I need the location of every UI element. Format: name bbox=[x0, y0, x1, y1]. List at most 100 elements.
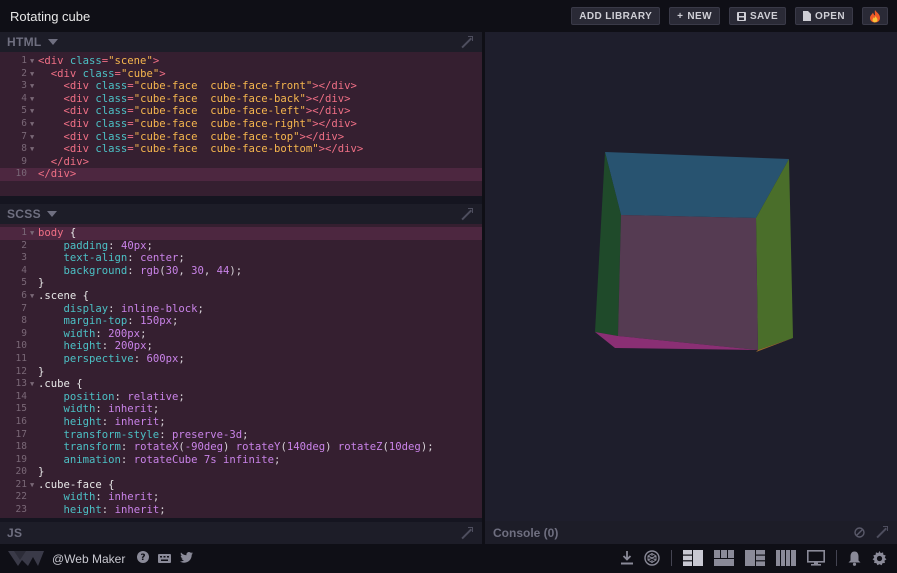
codepen-icon[interactable] bbox=[644, 550, 660, 566]
code-token: rgb bbox=[140, 264, 160, 277]
scss-code-line[interactable]: 2 padding: 40px; bbox=[0, 240, 482, 253]
new-button[interactable]: + NEW bbox=[669, 7, 720, 25]
bell-icon[interactable] bbox=[848, 551, 861, 566]
scss-code-line[interactable]: 1 ▼ body { bbox=[0, 227, 482, 240]
fold-toggle-icon[interactable]: ▼ bbox=[30, 131, 38, 144]
scss-code-line[interactable]: 15 width: inherit; bbox=[0, 403, 482, 416]
scss-code-line[interactable]: 21 ▼ .cube-face { bbox=[0, 479, 482, 492]
scss-code-line[interactable]: 10 height: 200px; bbox=[0, 340, 482, 353]
open-button[interactable]: OPEN bbox=[795, 7, 853, 25]
layout-4-icon[interactable] bbox=[776, 550, 796, 566]
web-maker-logo[interactable] bbox=[8, 551, 44, 566]
html-code-editor[interactable]: 1 ▼ <div class="scene"> 2 ▼ <div class="cube… bbox=[0, 52, 482, 196]
scss-code-line[interactable]: 3 text-align: center; bbox=[0, 252, 482, 265]
line-number: 13 bbox=[15, 378, 27, 390]
code-token: class bbox=[95, 92, 128, 105]
html-code-line[interactable]: 5 ▼ <div class="cube-face cube-face-left"… bbox=[0, 105, 482, 118]
help-icon[interactable]: ? bbox=[137, 551, 150, 566]
scss-code-editor[interactable]: 1 ▼ body {2 padding: 40px; 3 text-align: ce… bbox=[0, 224, 482, 518]
code-token: class bbox=[95, 130, 128, 143]
fold-toggle-icon[interactable]: ▼ bbox=[30, 118, 38, 131]
html-code-line[interactable]: 1 ▼ <div class="scene"> bbox=[0, 55, 482, 68]
html-code-line[interactable]: 6 ▼ <div class="cube-face cube-face-right… bbox=[0, 118, 482, 131]
scss-code-line[interactable]: 12} bbox=[0, 366, 482, 379]
line-number: 15 bbox=[15, 403, 27, 415]
scss-code-line[interactable]: 16 height: inherit; bbox=[0, 416, 482, 429]
project-title[interactable]: Rotating cube bbox=[10, 9, 571, 24]
scss-code-line[interactable]: 7 display: inline-block; bbox=[0, 303, 482, 316]
brand-link[interactable]: @Web Maker bbox=[52, 552, 125, 566]
html-code-line[interactable]: 3 ▼ <div class="cube-face cube-face-front… bbox=[0, 80, 482, 93]
fold-toggle-icon[interactable]: ▼ bbox=[30, 227, 38, 240]
layout-3-icon[interactable] bbox=[745, 550, 765, 566]
scss-code-line[interactable]: 4 background: rgb(30, 30, 44); bbox=[0, 265, 482, 278]
gear-icon[interactable] bbox=[872, 550, 887, 566]
html-code-line[interactable]: 7 ▼ <div class="cube-face cube-face-top">… bbox=[0, 131, 482, 144]
line-number: 6 bbox=[21, 289, 27, 301]
full-preview-icon[interactable] bbox=[807, 550, 825, 566]
layout-2-icon[interactable] bbox=[714, 550, 734, 566]
scss-code-line[interactable]: 8 margin-top: 150px; bbox=[0, 315, 482, 328]
scss-code-line[interactable]: 11 perspective: 600px; bbox=[0, 353, 482, 366]
fold-toggle-icon[interactable]: ▼ bbox=[30, 68, 38, 81]
code-token: : bbox=[108, 239, 121, 252]
keyboard-icon[interactable] bbox=[158, 552, 172, 566]
code-token: : bbox=[133, 352, 147, 365]
expand-icon[interactable] bbox=[461, 207, 473, 220]
scss-code-line[interactable]: 5} bbox=[0, 277, 482, 290]
fold-toggle-icon[interactable]: ▼ bbox=[30, 143, 38, 156]
download-icon[interactable] bbox=[621, 551, 633, 565]
scss-code-line[interactable]: 14 position: relative; bbox=[0, 391, 482, 404]
code-token: class bbox=[95, 105, 128, 118]
expand-icon[interactable] bbox=[461, 35, 473, 48]
scss-code-line[interactable]: 23 height: inherit; bbox=[0, 504, 482, 517]
code-token: : bbox=[127, 264, 141, 277]
code-token: class bbox=[69, 55, 102, 67]
html-code-line[interactable]: 2 ▼ <div class="cube"> bbox=[0, 68, 482, 81]
html-code-line[interactable]: 10 </div> bbox=[0, 168, 482, 181]
add-library-button[interactable]: ADD LIBRARY bbox=[571, 7, 661, 25]
code-token: class bbox=[95, 117, 128, 130]
chevron-down-icon[interactable] bbox=[47, 39, 58, 45]
twitter-icon[interactable] bbox=[180, 551, 194, 566]
html-panel-header[interactable]: HTML bbox=[0, 32, 482, 52]
scss-code-line[interactable]: 18 transform: rotateX(-90deg) rotateY(14… bbox=[0, 441, 482, 454]
fold-toggle-icon[interactable]: ▼ bbox=[30, 93, 38, 106]
scss-panel-header[interactable]: SCSS bbox=[0, 204, 482, 224]
code-token: 30 bbox=[165, 264, 179, 277]
html-code-line[interactable]: 9 </div> bbox=[0, 156, 482, 169]
console-bar[interactable]: Console (0) bbox=[485, 521, 897, 544]
expand-icon[interactable] bbox=[461, 526, 473, 539]
layout-1-icon[interactable] bbox=[683, 550, 703, 566]
fold-toggle-icon[interactable]: ▼ bbox=[30, 105, 38, 118]
code-token: ) bbox=[325, 441, 338, 454]
scss-code-line[interactable]: 19 animation: rotateCube 7s infinite; bbox=[0, 454, 482, 467]
fold-toggle-icon[interactable]: ▼ bbox=[30, 378, 38, 391]
save-button[interactable]: SAVE bbox=[728, 7, 787, 25]
code-token: .cube-face { bbox=[38, 478, 115, 491]
line-number: 11 bbox=[15, 352, 27, 364]
fold-toggle-icon[interactable]: ▼ bbox=[30, 80, 38, 93]
js-panel-header[interactable]: JS bbox=[0, 522, 482, 544]
code-text: position: relative; bbox=[38, 391, 185, 404]
rotating-cube-preview bbox=[595, 152, 793, 352]
scss-code-line[interactable]: 20} bbox=[0, 466, 482, 479]
fold-toggle-icon[interactable]: ▼ bbox=[30, 290, 38, 303]
chevron-down-icon[interactable] bbox=[46, 211, 57, 217]
fold-toggle-icon[interactable]: ▼ bbox=[30, 479, 38, 492]
code-token: } bbox=[38, 277, 45, 290]
scss-code-line[interactable]: 9 width: 200px; bbox=[0, 328, 482, 341]
code-token: ) bbox=[223, 441, 236, 454]
user-avatar[interactable] bbox=[862, 7, 888, 25]
fold-toggle-icon[interactable]: ▼ bbox=[30, 55, 38, 68]
html-code-line[interactable]: 4 ▼ <div class="cube-face cube-face-back"… bbox=[0, 93, 482, 106]
clear-console-icon[interactable] bbox=[854, 527, 865, 538]
html-code-line[interactable]: 8 ▼ <div class="cube-face cube-face-botto… bbox=[0, 143, 482, 156]
scss-code-line[interactable]: 6 ▼ .scene { bbox=[0, 290, 482, 303]
code-token: ></div> bbox=[299, 130, 345, 143]
scss-code-line[interactable]: 13 ▼ .cube { bbox=[0, 378, 482, 391]
scss-code-line[interactable]: 17 transform-style: preserve-3d; bbox=[0, 429, 482, 442]
expand-icon[interactable] bbox=[876, 526, 888, 538]
scss-code-line[interactable]: 22 width: inherit; bbox=[0, 491, 482, 504]
